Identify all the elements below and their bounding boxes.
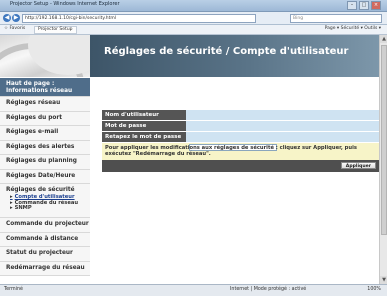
favorites-button[interactable]: ☆ Favoris: [4, 26, 25, 31]
favorites-label: Favoris: [9, 26, 26, 31]
username-label: Nom d'utilisateur: [102, 110, 186, 120]
sidebar-item-security-settings[interactable]: Réglages de sécurité ▸ Compte d'utilisate…: [0, 184, 90, 218]
sidebar-menu: Haut de page : Informations réseau Régla…: [0, 78, 90, 276]
account-form: Nom d'utilisateur Mot de passe Retapez l…: [102, 110, 380, 172]
scroll-down-icon[interactable]: ▼: [380, 276, 387, 284]
address-bar: ◀ ▶ http://192.168.1.10/cgi-bin/security…: [0, 12, 387, 25]
page-title: Réglages de sécurité / Compte d'utilisat…: [104, 46, 349, 57]
command-bar: ☆ Favoris Projector Setup Page ▾ Sécurit…: [0, 25, 387, 35]
subitem-label: SNMP: [14, 205, 32, 212]
apply-button[interactable]: Appliquer: [340, 161, 376, 169]
form-row-username: Nom d'utilisateur: [102, 110, 380, 129]
window-controls: – □ ×: [347, 1, 381, 10]
sidebar: Haut de page : Informations réseau Régla…: [0, 35, 90, 284]
sidebar-item-remote-control[interactable]: Commande à distance: [0, 232, 90, 247]
sidebar-item-datetime-settings[interactable]: Réglages Date/Heure: [0, 169, 90, 184]
back-icon[interactable]: ◀: [3, 14, 11, 22]
sidebar-item-email-settings[interactable]: Réglages e-mail: [0, 126, 90, 141]
subitem-snmp[interactable]: ▸ SNMP: [6, 205, 90, 212]
main-panel: Réglages de sécurité / Compte d'utilisat…: [90, 35, 380, 284]
logo-graphic: [0, 35, 90, 77]
toolbar-menus[interactable]: Page ▾ Sécurité ▾ Outils ▾: [325, 26, 381, 31]
password-cell: [186, 121, 380, 140]
page-content: Haut de page : Informations réseau Régla…: [0, 35, 387, 284]
sidebar-item-network-restart[interactable]: Redémarrage du réseau: [0, 261, 90, 276]
tab-projector-setup[interactable]: Projector Setup: [34, 26, 77, 34]
security-submenu: ▸ Compte d'utilisateur ▸ Commande du résea…: [6, 194, 90, 212]
minimize-icon[interactable]: –: [347, 1, 357, 10]
zoom-level[interactable]: 100%: [367, 287, 381, 292]
search-input[interactable]: Bing: [290, 14, 382, 23]
sidebar-item-schedule-settings[interactable]: Réglages du planning: [0, 155, 90, 170]
url-input[interactable]: http://192.168.1.10/cgi-bin/security.htm…: [22, 14, 256, 23]
scroll-up-icon[interactable]: ▲: [380, 35, 387, 43]
sidebar-item-network-info[interactable]: Haut de page : Informations réseau: [0, 78, 90, 97]
security-zone: Internet | Mode protégé : activé: [230, 287, 307, 292]
username-cell: [186, 110, 380, 129]
password-label: Mot de passe: [102, 121, 186, 131]
heading-band: Réglages de sécurité / Compte d'utilisat…: [90, 35, 379, 77]
sidebar-item-projector-status[interactable]: Statut du projecteur: [0, 247, 90, 262]
sidebar-item-alert-settings[interactable]: Réglages des alertes: [0, 140, 90, 155]
password-confirm-cell: [186, 132, 380, 151]
password-confirm-label: Retapez le mot de passe: [102, 132, 186, 142]
window-titlebar: Projector Setup - Windows Internet Explo…: [0, 0, 387, 12]
apply-bar: Appliquer: [102, 159, 380, 172]
form-row-password: Mot de passe: [102, 121, 380, 140]
close-icon[interactable]: ×: [371, 1, 381, 10]
window-title: Projector Setup - Windows Internet Explo…: [10, 1, 120, 7]
sidebar-item-network-settings[interactable]: Réglages réseau: [0, 97, 90, 112]
form-row-password-confirm: Retapez le mot de passe: [102, 132, 380, 151]
sidebar-item-projector-control[interactable]: Commande du projecteur: [0, 218, 90, 233]
vertical-scrollbar[interactable]: ▲ ▼: [379, 35, 387, 284]
sidebar-item-label: Réglages de sécurité: [6, 187, 75, 193]
apply-note: Pour appliquer les modifications aux rég…: [102, 143, 380, 160]
status-bar: Terminé Internet | Mode protégé : activé…: [0, 284, 387, 296]
sidebar-item-port-settings[interactable]: Réglages du port: [0, 111, 90, 126]
scroll-thumb[interactable]: [381, 45, 387, 235]
forward-icon[interactable]: ▶: [12, 14, 20, 22]
status-text: Terminé: [4, 287, 23, 292]
maximize-icon[interactable]: □: [359, 1, 369, 10]
bullet-icon: ▸: [10, 205, 13, 212]
